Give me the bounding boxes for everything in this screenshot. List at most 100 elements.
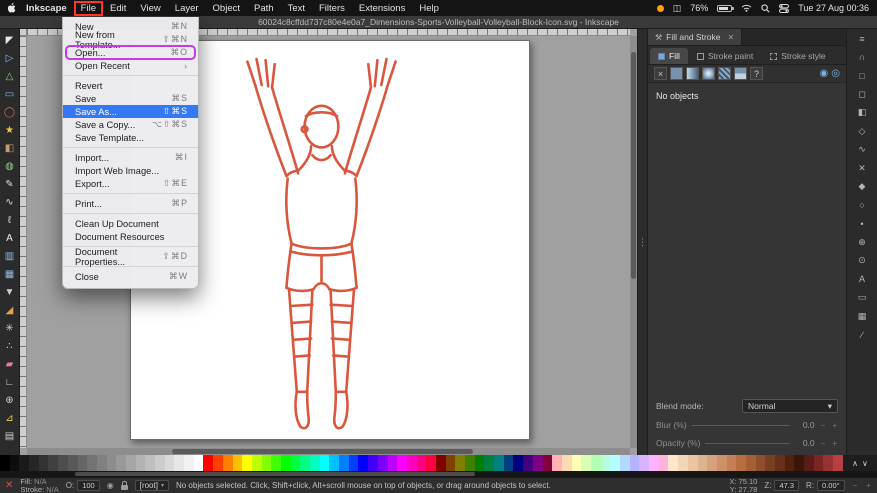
layer-lock-icon[interactable] <box>121 485 128 490</box>
file-menu-item-open[interactable]: Open...⌘O <box>63 46 198 59</box>
palette-swatch[interactable] <box>78 455 88 471</box>
palette-swatch[interactable] <box>543 455 553 471</box>
palette-up-button[interactable]: ∧ <box>852 459 858 468</box>
palette-swatch[interactable] <box>291 455 301 471</box>
opacity-slider[interactable] <box>705 443 789 444</box>
palette-swatch[interactable] <box>233 455 243 471</box>
snap-bbox-corner-icon[interactable]: ◧ <box>855 106 869 119</box>
zoom-in-button[interactable]: + <box>865 481 872 490</box>
palette-swatch[interactable] <box>775 455 785 471</box>
palette-swatch[interactable] <box>785 455 795 471</box>
palette-swatch[interactable] <box>252 455 262 471</box>
file-menu-item-save-as[interactable]: Save As...⇧⌘S <box>63 105 198 118</box>
snap-node-icon[interactable]: ◇ <box>855 125 869 138</box>
palette-swatch[interactable] <box>107 455 117 471</box>
menubar-item-help[interactable]: Help <box>412 2 446 15</box>
tool-rectangle-icon[interactable]: ▭ <box>2 85 18 103</box>
palette-swatch[interactable] <box>717 455 727 471</box>
file-menu-item-import[interactable]: Import...⌘I <box>63 151 198 164</box>
snap-grid-icon[interactable]: ▦ <box>855 310 869 323</box>
snap-midpoint-icon[interactable]: • <box>855 217 869 230</box>
screen-recording-indicator[interactable] <box>657 5 664 12</box>
palette-swatch[interactable] <box>814 455 824 471</box>
opacity-decrement-button[interactable]: − <box>820 439 827 448</box>
palette-swatch[interactable] <box>727 455 737 471</box>
palette-swatch[interactable] <box>116 455 126 471</box>
object-opacity-control[interactable]: O: 100 <box>66 480 100 491</box>
palette-swatch[interactable] <box>29 455 39 471</box>
tool-shape-builder-icon[interactable]: △ <box>2 67 18 85</box>
volleyball-player-drawing[interactable] <box>229 46 414 436</box>
menubar-clock[interactable]: Tue 27 Aug 00:36 <box>798 3 869 13</box>
palette-swatch[interactable] <box>136 455 146 471</box>
snap-smooth-node-icon[interactable]: ○ <box>855 199 869 212</box>
paint-radial-gradient-button[interactable] <box>702 67 715 80</box>
file-menu-item-open-recent[interactable]: Open Recent› <box>63 59 198 72</box>
palette-swatch[interactable] <box>397 455 407 471</box>
palette-swatch[interactable] <box>174 455 184 471</box>
canvas-vertical-scrollbar[interactable] <box>630 36 637 448</box>
palette-swatch[interactable] <box>591 455 601 471</box>
palette-swatch[interactable] <box>698 455 708 471</box>
rotation-control[interactable]: R: 0.00° <box>806 480 845 491</box>
palette-swatch[interactable] <box>668 455 678 471</box>
palette-swatch[interactable] <box>194 455 204 471</box>
blur-decrement-button[interactable]: − <box>820 421 827 430</box>
snap-guide-icon[interactable]: ∕ <box>855 328 869 341</box>
paint-pattern-button[interactable] <box>718 67 731 80</box>
menubar-item-layer[interactable]: Layer <box>168 2 206 15</box>
palette-swatch[interactable] <box>552 455 562 471</box>
palette-swatch[interactable] <box>19 455 29 471</box>
palette-swatch[interactable] <box>746 455 756 471</box>
palette-swatch[interactable] <box>736 455 746 471</box>
palette-swatch[interactable] <box>823 455 833 471</box>
palette-swatch[interactable] <box>484 455 494 471</box>
vertical-ruler[interactable] <box>20 36 27 448</box>
menubar-item-object[interactable]: Object <box>206 2 247 15</box>
palette-swatch[interactable] <box>281 455 291 471</box>
palette-swatch[interactable] <box>368 455 378 471</box>
paint-linear-gradient-button[interactable] <box>686 67 699 80</box>
fill-rule-evenodd-button[interactable]: ◎ <box>831 68 840 79</box>
tool-paint-bucket-icon[interactable]: ◢ <box>2 301 18 319</box>
fill-rule-nonzero-button[interactable]: ◉ <box>820 68 829 79</box>
paint-none-button[interactable]: × <box>654 67 667 80</box>
file-menu-item-save-template[interactable]: Save Template... <box>63 131 198 144</box>
tool-tweak-icon[interactable]: ✳ <box>2 319 18 337</box>
layer-visibility-icon[interactable]: ◉ <box>107 481 114 490</box>
file-menu-item-close[interactable]: Close⌘W <box>63 270 198 283</box>
tool-star-icon[interactable]: ★ <box>2 121 18 139</box>
opacity-value[interactable]: 0.0 <box>795 438 815 448</box>
tool-zoom-icon[interactable]: ⊕ <box>2 391 18 409</box>
tool-spray-icon[interactable]: ∴ <box>2 337 18 355</box>
palette-scroll-thumb[interactable] <box>75 472 475 476</box>
palette-swatch[interactable] <box>659 455 669 471</box>
close-icon[interactable]: ✕ <box>728 33 735 42</box>
palette-swatch[interactable] <box>436 455 446 471</box>
tool-calligraphy-icon[interactable]: ℓ <box>2 211 18 229</box>
menubar-item-inkscape[interactable]: Inkscape <box>19 2 74 15</box>
horizontal-scroll-thumb[interactable] <box>172 449 474 454</box>
blur-increment-button[interactable]: + <box>831 421 838 430</box>
tool-gradient-icon[interactable]: ▥ <box>2 247 18 265</box>
blur-slider[interactable] <box>692 425 790 426</box>
vertical-scroll-thumb[interactable] <box>631 52 636 279</box>
snap-cusp-node-icon[interactable]: ◆ <box>855 180 869 193</box>
palette-swatch[interactable] <box>349 455 359 471</box>
palette-swatch[interactable] <box>572 455 582 471</box>
wifi-icon[interactable] <box>741 4 752 12</box>
apple-menu-icon[interactable] <box>8 2 17 14</box>
file-menu-item-new-from-template[interactable]: New from Template...⇧⌘N <box>63 33 198 46</box>
tool-selector-icon[interactable]: ◤ <box>2 31 18 49</box>
fill-stroke-dialog-tab[interactable]: ⚒ Fill and Stroke ✕ <box>648 29 742 45</box>
palette-swatch[interactable] <box>145 455 155 471</box>
palette-swatch[interactable] <box>87 455 97 471</box>
snap-rotation-center-icon[interactable]: ⊙ <box>855 254 869 267</box>
snap-path-icon[interactable]: ∿ <box>855 143 869 156</box>
palette-swatch[interactable] <box>126 455 136 471</box>
tool-mesh-icon[interactable]: ▦ <box>2 265 18 283</box>
paint-unknown-button[interactable]: ? <box>750 67 763 80</box>
tool-pencil-icon[interactable]: ✎ <box>2 175 18 193</box>
palette-swatch[interactable] <box>68 455 78 471</box>
menubar-item-view[interactable]: View <box>133 2 167 15</box>
